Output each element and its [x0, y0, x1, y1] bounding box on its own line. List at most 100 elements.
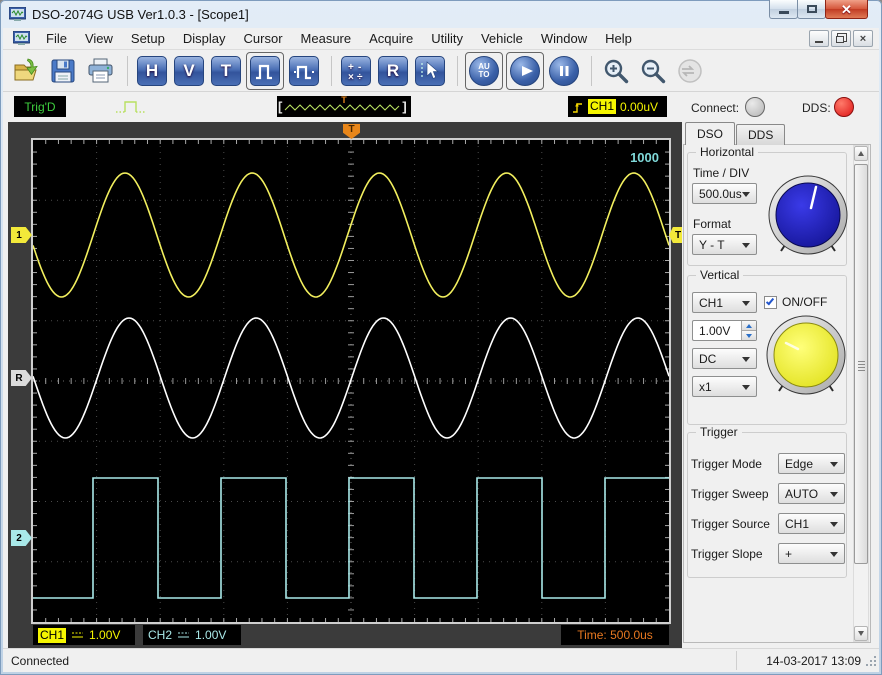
chevron-down-icon — [830, 552, 838, 557]
trigger-settings-button[interactable]: T — [209, 54, 243, 88]
svg-text:×: × — [348, 72, 354, 83]
menu-file[interactable]: File — [37, 28, 76, 49]
pause-button[interactable] — [547, 54, 581, 88]
scrollbar-thumb[interactable] — [854, 164, 868, 564]
child-restore-button[interactable] — [831, 30, 851, 47]
chevron-down-icon — [830, 492, 838, 497]
panel-scrollbar[interactable] — [853, 145, 869, 642]
chevron-down-icon — [742, 385, 750, 390]
menu-help[interactable]: Help — [596, 28, 641, 49]
spin-up-button[interactable] — [742, 321, 756, 330]
status-bar: Connected 14-03-2017 13:09 — [3, 648, 879, 672]
trigger-channel-tag: CH1 — [588, 99, 616, 114]
menu-acquire[interactable]: Acquire — [360, 28, 422, 49]
horizontal-group-title: Horizontal — [696, 145, 758, 159]
ch1-position-marker[interactable]: 1 — [11, 227, 32, 243]
trigger-time-marker[interactable]: T — [343, 124, 360, 139]
document-icon[interactable] — [13, 31, 30, 46]
zoom-in-icon — [602, 57, 630, 85]
vertical-settings-button[interactable]: V — [172, 54, 206, 88]
open-folder-icon — [13, 57, 40, 84]
ref-position-marker[interactable]: R — [11, 370, 32, 386]
menu-bar: File View Setup Display Cursor Measure A… — [3, 28, 879, 50]
child-close-button[interactable]: × — [853, 30, 873, 47]
horizontal-position-knob[interactable] — [766, 173, 850, 260]
format-select[interactable]: Y - T — [692, 234, 757, 255]
arrow-up-icon — [858, 151, 864, 156]
menu-cursor[interactable]: Cursor — [235, 28, 292, 49]
rising-edge-icon — [572, 99, 584, 115]
coupling-select[interactable]: DC — [692, 348, 757, 369]
printer-icon — [87, 57, 114, 84]
window-title: DSO-2074G USB Ver1.0.3 - [Scope1] — [32, 7, 249, 22]
reference-button[interactable]: R — [376, 54, 410, 88]
vertical-position-knob[interactable] — [764, 313, 848, 400]
pan-button[interactable] — [673, 54, 707, 88]
trigger-source-select[interactable]: CH1 — [778, 513, 845, 534]
window-minimize-button[interactable] — [769, 0, 798, 19]
pulse-icon — [253, 59, 277, 83]
cursor-measure-button[interactable] — [413, 54, 447, 88]
minimize-icon — [779, 11, 789, 14]
auto-setup-button[interactable]: AUTO — [467, 54, 501, 88]
channel-onoff-checkbox[interactable]: ON/OFF — [764, 295, 827, 309]
horizontal-settings-button[interactable]: H — [135, 54, 169, 88]
record-position-view[interactable]: T [ ] — [277, 96, 411, 117]
floppy-icon — [50, 58, 76, 84]
ref-sine — [33, 318, 669, 438]
ch1-scale-value: 1.00V — [89, 628, 120, 642]
menu-vehicle[interactable]: Vehicle — [472, 28, 532, 49]
menu-setup[interactable]: Setup — [122, 28, 174, 49]
chevron-down-icon — [742, 243, 750, 248]
chevron-down-icon — [830, 462, 838, 467]
zoom-out-button[interactable] — [636, 54, 670, 88]
resize-grip[interactable] — [865, 655, 878, 671]
sample-depth-label: 1000 — [630, 150, 659, 165]
tab-dds[interactable]: DDS — [736, 124, 785, 145]
timebase-readout: Time: 500.0us — [561, 625, 669, 645]
menu-view[interactable]: View — [76, 28, 122, 49]
single-pulse-button[interactable] — [248, 54, 282, 88]
run-button[interactable] — [508, 54, 542, 88]
save-button[interactable] — [46, 54, 80, 88]
ch2-position-marker[interactable]: 2 — [11, 530, 32, 546]
window-close-button[interactable]: ✕ — [825, 0, 868, 19]
menu-measure[interactable]: Measure — [292, 28, 361, 49]
restore-icon — [836, 36, 844, 43]
spin-down-button[interactable] — [742, 330, 756, 340]
ch1-tag: CH1 — [38, 628, 66, 643]
menu-window[interactable]: Window — [532, 28, 596, 49]
window-maximize-button[interactable] — [797, 0, 826, 19]
close-icon: ✕ — [841, 3, 852, 16]
print-button[interactable] — [83, 54, 117, 88]
trigger-mode-select[interactable]: Edge — [778, 453, 845, 474]
math-button[interactable]: +-×÷ — [339, 54, 373, 88]
connection-status-text: Connected — [3, 654, 69, 668]
connect-label: Connect: — [691, 101, 739, 115]
ch2-scale-value: 1.00V — [195, 628, 226, 642]
connect-indicator — [745, 97, 765, 117]
child-minimize-button[interactable] — [809, 30, 829, 47]
dc-coupling-icon — [177, 630, 190, 640]
trigger-slope-select[interactable]: + — [778, 543, 845, 564]
menu-display[interactable]: Display — [174, 28, 235, 49]
trigger-mode-label: Trigger Mode — [691, 457, 762, 471]
check-icon — [766, 296, 774, 305]
toolbar: H V T +-×÷ R AUTO — [3, 50, 879, 92]
menu-utility[interactable]: Utility — [422, 28, 472, 49]
probe-select[interactable]: x1 — [692, 376, 757, 397]
scroll-down-button[interactable] — [854, 626, 868, 641]
channel-select[interactable]: CH1 — [692, 292, 757, 313]
trigger-sweep-select[interactable]: AUTO — [778, 483, 845, 504]
tab-dso[interactable]: DSO — [685, 122, 735, 145]
scroll-up-button[interactable] — [854, 146, 868, 161]
chevron-down-icon — [830, 522, 838, 527]
volt-div-spinner[interactable]: 1.00V — [692, 320, 757, 341]
trigger-level-value: 0.00uV — [620, 100, 658, 114]
dc-coupling-icon — [71, 630, 84, 640]
open-button[interactable] — [9, 54, 43, 88]
dual-pulse-button[interactable] — [287, 54, 321, 88]
zoom-in-button[interactable] — [599, 54, 633, 88]
close-icon: × — [860, 34, 866, 44]
time-div-select[interactable]: 500.0us — [692, 183, 757, 204]
